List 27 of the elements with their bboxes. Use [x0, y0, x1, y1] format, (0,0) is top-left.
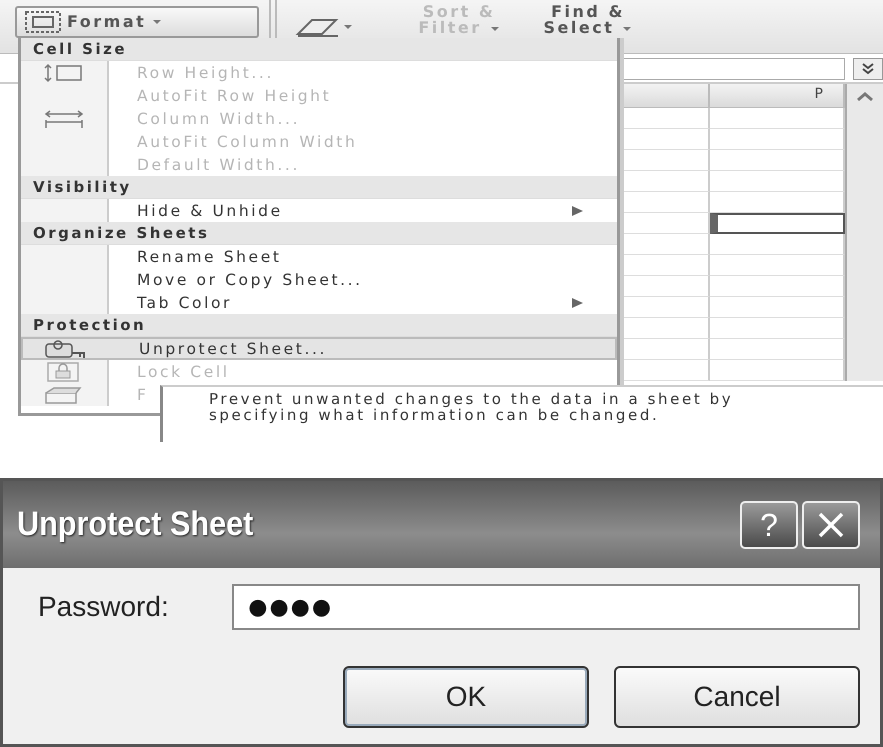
password-label: Password:	[38, 590, 170, 624]
caret-icon	[490, 26, 500, 32]
cancel-button[interactable]: Cancel	[614, 666, 860, 728]
expand-button[interactable]	[853, 58, 883, 80]
dialog-title: Unprotect Sheet	[17, 504, 254, 545]
eraser-icon	[295, 16, 339, 38]
menu-section-header: Visibility	[21, 176, 617, 199]
caret-icon	[343, 24, 353, 30]
chevron-icon	[861, 63, 875, 75]
column-width-icon	[42, 108, 86, 128]
clear-button[interactable]	[295, 16, 353, 38]
format-button[interactable]: Format	[15, 6, 259, 38]
caret-icon	[152, 19, 162, 25]
close-button[interactable]	[802, 500, 860, 548]
menu-section-header: Organize Sheets	[21, 222, 617, 245]
menu-section-header: Cell Size	[21, 38, 617, 61]
format-icon	[25, 10, 61, 34]
find-select-button[interactable]: Find & Select	[533, 4, 643, 36]
caret-icon	[622, 26, 632, 32]
help-button[interactable]: ?	[740, 500, 798, 548]
ok-button[interactable]: OK	[343, 666, 589, 728]
password-field[interactable]: ●●●●	[232, 584, 860, 630]
menu-section-header: Protection	[21, 314, 617, 337]
tooltip-text: Prevent unwanted changes to the data in a sheet by specifying what information can be changed.	[209, 391, 734, 423]
scrollbar[interactable]	[845, 84, 883, 381]
column-header[interactable]: P	[710, 84, 845, 108]
menu-item[interactable]: Unprotect Sheet...	[21, 337, 617, 360]
